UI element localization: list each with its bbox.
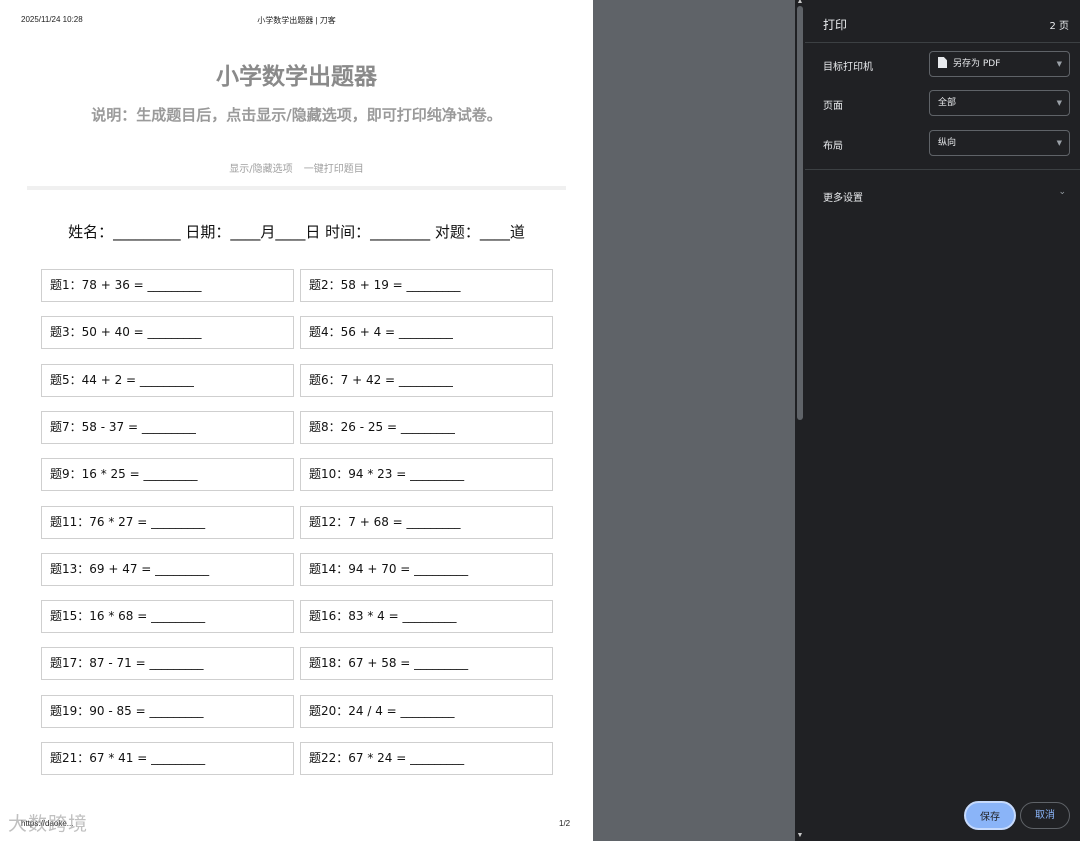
app-title: 小学数学出题器 xyxy=(216,64,377,90)
question-box: 题3：50 + 40 = _________ xyxy=(41,316,294,349)
scroll-up-icon[interactable]: ▲ xyxy=(796,0,804,5)
page-header-title: 小学数学出题器 | 刀客 xyxy=(257,16,336,25)
watermark-logo: 大数跨境 xyxy=(8,813,89,835)
print-settings-panel: 打印 2 页 目标打印机 另存为 PDF ▼ 页面 全部 ▼ 布局 纵向 ▼ 更… xyxy=(805,0,1080,841)
question-box: 题11：76 * 27 = _________ xyxy=(41,506,294,539)
print-title: 打印 xyxy=(823,18,848,32)
destination-value: 另存为 PDF xyxy=(953,59,1001,69)
caret-down-icon: ▼ xyxy=(1056,60,1062,68)
question-box: 题5：44 + 2 = _________ xyxy=(41,364,294,397)
question-box: 题22：67 * 24 = _________ xyxy=(300,742,553,775)
layout-value: 纵向 xyxy=(938,138,957,148)
file-icon xyxy=(938,57,947,68)
question-box: 题6：7 + 42 = _________ xyxy=(300,364,553,397)
print-questions-link: 一键打印题目 xyxy=(303,164,364,175)
layout-select[interactable]: 纵向 ▼ xyxy=(929,130,1070,156)
caret-down-icon: ▼ xyxy=(1056,139,1062,147)
question-box: 题10：94 * 23 = _________ xyxy=(300,458,553,491)
question-box: 题18：67 + 58 = _________ xyxy=(300,647,553,680)
question-box: 题14：94 + 70 = _________ xyxy=(300,553,553,586)
question-box: 题16：83 * 4 = _________ xyxy=(300,600,553,633)
destination-select[interactable]: 另存为 PDF ▼ xyxy=(929,51,1070,77)
question-box: 题2：58 + 19 = _________ xyxy=(300,269,553,302)
question-box: 题1：78 + 36 = _________ xyxy=(41,269,294,302)
panel-divider xyxy=(805,42,1080,43)
panel-divider xyxy=(805,169,1080,170)
destination-label: 目标打印机 xyxy=(823,62,873,73)
preview-page: 2025/11/24 10:28 小学数学出题器 | 刀客 小学数学出题器 说明… xyxy=(0,0,593,841)
save-button[interactable]: 保存 xyxy=(964,801,1016,830)
app-description: 说明：生成题目后，点击显示/隐藏选项，即可打印纯净试卷。 xyxy=(91,106,502,124)
question-box: 题8：26 - 25 = _________ xyxy=(300,411,553,444)
pages-label: 页面 xyxy=(823,101,843,112)
scroll-down-icon[interactable]: ▼ xyxy=(796,832,804,839)
question-box: 题7：58 - 37 = _________ xyxy=(41,411,294,444)
print-preview-area: 2025/11/24 10:28 小学数学出题器 | 刀客 小学数学出题器 说明… xyxy=(0,0,795,841)
layout-label: 布局 xyxy=(823,141,843,152)
question-box: 题12：7 + 68 = _________ xyxy=(300,506,553,539)
question-box: 题4：56 + 4 = _________ xyxy=(300,316,553,349)
chevron-down-icon[interactable]: ⌄ xyxy=(1058,187,1066,197)
page-count: 2 页 xyxy=(1049,21,1069,32)
app-links: 显示/隐藏选项 一键打印题目 xyxy=(0,160,593,175)
caret-down-icon: ▼ xyxy=(1056,99,1062,107)
question-box: 题13：69 + 47 = _________ xyxy=(41,553,294,586)
divider xyxy=(27,186,566,190)
question-box: 题9：16 * 25 = _________ xyxy=(41,458,294,491)
question-box: 题19：90 - 85 = _________ xyxy=(41,695,294,728)
question-box: 题17：87 - 71 = _________ xyxy=(41,647,294,680)
more-settings-toggle[interactable]: 更多设置 xyxy=(823,189,863,204)
question-box: 题20：24 / 4 = _________ xyxy=(300,695,553,728)
page-footer-number: 1/2 xyxy=(559,819,571,828)
cancel-button[interactable]: 取消 xyxy=(1020,802,1070,829)
toggle-options-link: 显示/隐藏选项 xyxy=(229,164,293,175)
question-box: 题21：67 * 41 = _________ xyxy=(41,742,294,775)
preview-scrollbar-thumb[interactable] xyxy=(797,6,803,420)
pages-value: 全部 xyxy=(938,98,957,108)
student-info-line: 姓名：_________ 日期：____月____日 时间：________ 对… xyxy=(68,223,525,241)
pages-select[interactable]: 全部 ▼ xyxy=(929,90,1070,116)
question-box: 题15：16 * 68 = _________ xyxy=(41,600,294,633)
